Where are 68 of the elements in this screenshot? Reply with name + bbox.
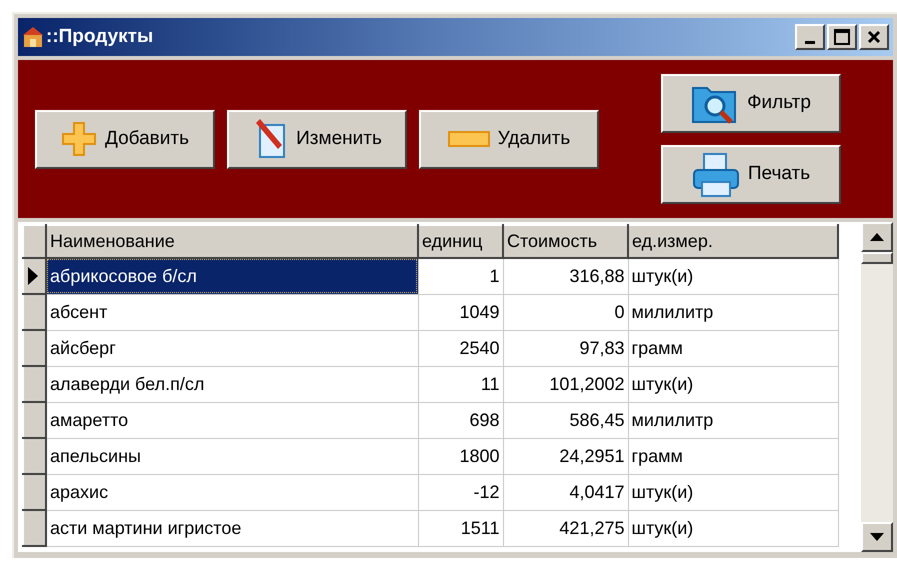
toolbar-button[interactable]: Добавить [35, 110, 215, 168]
table-cell: милилитр [628, 402, 838, 438]
scroll-thumb[interactable] [861, 252, 893, 264]
table-cell: грамм [628, 330, 838, 366]
table-cell: 421,275 [503, 510, 628, 546]
current-row-icon [28, 267, 38, 285]
table-cell: -12 [418, 474, 503, 510]
plus-icon [61, 121, 97, 157]
window-title: ::Продукты [46, 24, 154, 49]
table-cell: 101,2002 [503, 366, 628, 402]
row-indicator[interactable] [23, 366, 46, 402]
table-cell: милилитр [628, 294, 838, 330]
toolbar-button[interactable]: Изменить [227, 110, 407, 168]
toolbar-button[interactable]: Фильтр [661, 74, 841, 133]
column-header[interactable]: Стоимость [503, 225, 628, 258]
maximize-icon [834, 29, 850, 45]
close-icon [867, 30, 881, 44]
row-indicator[interactable] [23, 510, 46, 546]
minimize-icon [805, 40, 815, 44]
close-button[interactable] [859, 24, 889, 50]
table-cell: 698 [418, 402, 503, 438]
table-cell: 1800 [418, 438, 503, 474]
row-indicator[interactable] [23, 330, 46, 366]
table-cell: 316,88 [503, 258, 628, 294]
table-cell: 1 [418, 258, 503, 294]
table-cell: амаретто [46, 402, 418, 438]
scrollbar[interactable] [861, 222, 893, 552]
scroll-up-button[interactable] [861, 222, 893, 252]
up-arrow-icon [870, 233, 884, 241]
table-cell: 4,0417 [503, 474, 628, 510]
table-cell: штук(и) [628, 510, 838, 546]
table-cell: абсент [46, 294, 418, 330]
table-cell: айсберг [46, 330, 418, 366]
table-cell: алаверди бел.п/сл [46, 366, 418, 402]
table-cell: 1049 [418, 294, 503, 330]
table-cell: 24,2951 [503, 438, 628, 474]
table-cell: грамм [628, 438, 838, 474]
table-cell: асти мартини игристое [46, 510, 418, 546]
row-indicator[interactable] [23, 438, 46, 474]
maximize-button[interactable] [827, 24, 857, 50]
toolbar-button[interactable]: Печать [661, 145, 841, 204]
down-arrow-icon [870, 533, 884, 541]
scroll-down-button[interactable] [861, 522, 893, 552]
row-indicator[interactable] [23, 258, 46, 294]
house-icon [22, 26, 44, 48]
table-cell: штук(и) [628, 366, 838, 402]
minus-bar-icon [448, 129, 490, 149]
toolbar-button[interactable]: Удалить [419, 110, 599, 168]
column-header[interactable]: ед.измер. [628, 225, 838, 258]
table-cell: 97,83 [503, 330, 628, 366]
row-indicator[interactable] [23, 294, 46, 330]
column-header[interactable]: единиц [418, 225, 503, 258]
table-cell: 11 [418, 366, 503, 402]
table-cell: штук(и) [628, 474, 838, 510]
table-cell: штук(и) [628, 258, 838, 294]
minimize-button[interactable] [795, 24, 825, 50]
table-cell: 0 [503, 294, 628, 330]
row-indicator[interactable] [23, 402, 46, 438]
header-corner [23, 225, 46, 258]
table-cell: абрикосовое б/сл [46, 258, 418, 294]
table-cell: 586,45 [503, 402, 628, 438]
row-indicator[interactable] [23, 474, 46, 510]
table-cell: 1511 [418, 510, 503, 546]
table-cell: арахис [46, 474, 418, 510]
printer-icon [692, 152, 740, 198]
column-header[interactable]: Наименование [46, 225, 418, 258]
table-cell: 2540 [418, 330, 503, 366]
table-cell: апельсины [46, 438, 418, 474]
